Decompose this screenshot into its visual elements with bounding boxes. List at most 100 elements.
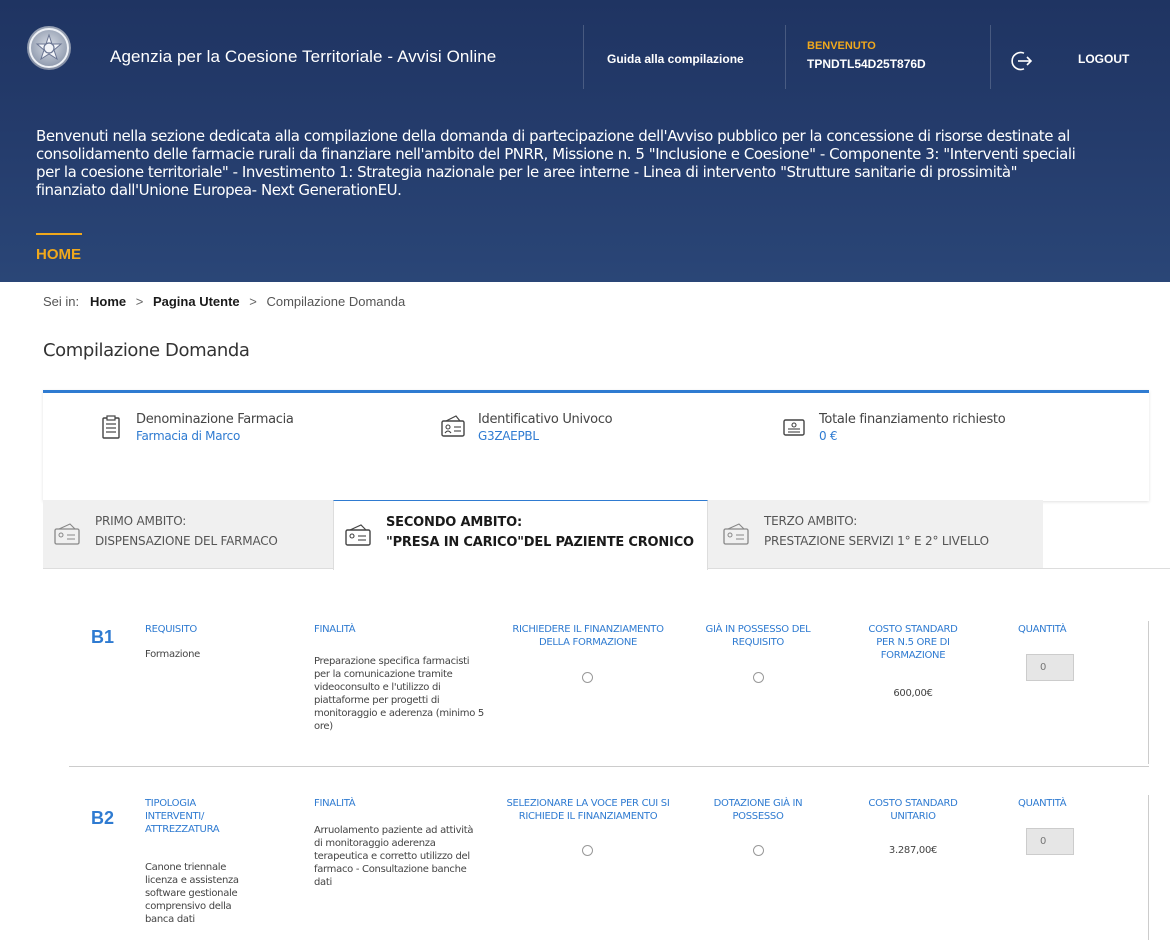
finalita-line: ore) (314, 721, 333, 732)
header-divider (785, 25, 786, 89)
guide-link[interactable]: Guida alla compilazione (607, 52, 744, 66)
column-header-quantita: QUANTITÀ (1018, 624, 1067, 635)
intro-line: Benvenuti nella sezione dedicata alla co… (36, 127, 1070, 145)
header-divider (583, 25, 584, 89)
unique-id-label: Identificativo Univoco (478, 412, 613, 427)
row-code: B2 (91, 808, 115, 828)
id-card-icon (345, 524, 371, 546)
breadcrumb: Sei in: Home > Pagina Utente > Compilazi… (43, 294, 405, 309)
total-funding-value: 0 € (819, 429, 838, 443)
id-card-icon (441, 415, 465, 437)
header-line: RICHIEDE IL FINANZIAMENTO (518, 811, 658, 822)
tab-secondo-ambito[interactable]: SECONDO AMBITO: "PRESA IN CARICO"DEL PAZ… (333, 500, 708, 570)
tipologia-line: banca dati (145, 914, 195, 925)
intro-line: finanziato dall'Unione Europea- Next Gen… (36, 181, 402, 199)
logout-icon[interactable] (1011, 50, 1033, 72)
header-line: DOTAZIONE GIÀ IN (713, 798, 803, 809)
requirement-row-b1: B1 REQUISITO Formazione FINALITÀ Prepara… (43, 569, 1149, 769)
finalita-line: monitoraggio e aderenza (minimo 5 (314, 708, 484, 719)
italian-republic-emblem-icon[interactable] (27, 26, 71, 70)
requirement-row-b2: B2 TIPOLOGIA INTERVENTI/ ATTREZZATURA Ca… (43, 774, 1149, 940)
welcome-label: BENVENUTO (807, 40, 876, 52)
header-line: UNITARIO (890, 811, 936, 822)
logout-button[interactable]: LOGOUT (1078, 52, 1129, 66)
column-header-quantita: QUANTITÀ (1018, 798, 1067, 809)
row-code: B1 (91, 627, 115, 647)
finalita-line: per la comunicazione tramite (314, 669, 453, 680)
username: TPNDTL54D25T876D (807, 57, 926, 71)
row-border (1148, 795, 1149, 940)
equipment-owned-radio[interactable] (753, 845, 764, 856)
requisito-text: Formazione (145, 649, 200, 660)
finalita-line: piattaforme per progetti di (314, 695, 440, 706)
finalita-line: Preparazione specifica farmacisti (314, 656, 470, 667)
top-bar: Agenzia per la Coesione Territoriale - A… (0, 0, 1170, 110)
header-divider (990, 25, 991, 89)
tab-label-line2: "PRESA IN CARICO"DEL PAZIENTE CRONICO (386, 535, 694, 550)
tipologia-line: licenza e assistenza (145, 875, 239, 886)
column-header-finalita: FINALITÀ (314, 624, 356, 635)
site-header: Agenzia per la Coesione Territoriale - A… (0, 0, 1170, 282)
unique-id-value: G3ZAEPBL (478, 429, 539, 443)
tab-label-line1: TERZO AMBITO: (764, 514, 858, 528)
column-header-costo: COSTO STANDARD PER N.5 ORE DI FORMAZIONE (843, 623, 983, 662)
column-header-finalita: FINALITÀ (314, 798, 356, 809)
intro-line: consolidamento delle farmacie rurali da … (36, 145, 1076, 163)
tab-label-line2: DISPENSAZIONE DEL FARMACO (95, 534, 278, 548)
id-card-icon (723, 523, 749, 545)
intro-line: per la coesione territoriale" - Investim… (36, 163, 1018, 181)
column-header-selezionare: SELEZIONARE LA VOCE PER CUI SI RICHIEDE … (498, 797, 678, 823)
document-icon (783, 419, 805, 436)
finalita-line: terapeutica e corretto utilizzo del (314, 851, 470, 862)
header-line: DELLA FORMAZIONE (538, 637, 638, 648)
breadcrumb-separator: > (135, 294, 144, 309)
clipboard-icon (102, 415, 120, 439)
application-summary: Denominazione Farmacia Farmacia di Marco… (43, 390, 1149, 501)
tab-label-line1: SECONDO AMBITO: (386, 515, 522, 530)
request-funding-radio[interactable] (582, 672, 593, 683)
page-title: Compilazione Domanda (43, 340, 250, 361)
pharmacy-name-label: Denominazione Farmacia (136, 412, 294, 427)
breadcrumb-prefix: Sei in: (43, 294, 80, 309)
tab-primo-ambito[interactable]: PRIMO AMBITO: DISPENSAZIONE DEL FARMACO (43, 500, 333, 568)
already-owned-radio[interactable] (753, 672, 764, 683)
header-line: COSTO STANDARD (868, 624, 958, 635)
unit-cost-value: 3.287,00€ (888, 845, 938, 856)
header-line: ATTREZZATURA (145, 824, 220, 835)
header-line: TIPOLOGIA (145, 798, 196, 809)
breadcrumb-user-page[interactable]: Pagina Utente (153, 294, 240, 309)
tab-label-line2: PRESTAZIONE SERVIZI 1° E 2° LIVELLO (764, 534, 989, 548)
ambito-tabs: PRIMO AMBITO: DISPENSAZIONE DEL FARMACO … (43, 500, 1170, 570)
tipologia-text: Canone triennale licenza e assistenza so… (145, 861, 239, 926)
nav-home[interactable]: HOME (36, 246, 81, 263)
quantity-input[interactable]: 0 (1026, 828, 1074, 855)
header-line: POSSESSO (732, 811, 784, 822)
row-border (69, 766, 1149, 767)
breadcrumb-home[interactable]: Home (90, 294, 126, 309)
header-line: FORMAZIONE (880, 650, 946, 661)
finalita-text: Preparazione specifica farmacisti per la… (314, 655, 504, 733)
finalita-line: dati (314, 877, 332, 888)
column-header-requisito: REQUISITO (145, 624, 197, 635)
total-funding-label: Totale finanziamento richiesto (819, 412, 1006, 427)
breadcrumb-current: Compilazione Domanda (266, 294, 406, 309)
finalita-line: Arruolamento paziente ad attività (314, 825, 474, 836)
tab-terzo-ambito[interactable]: TERZO AMBITO: PRESTAZIONE SERVIZI 1° E 2… (708, 500, 1043, 568)
header-line: COSTO STANDARD (868, 798, 958, 809)
tab-label-line1: PRIMO AMBITO: (95, 514, 187, 528)
column-header-tipologia: TIPOLOGIA INTERVENTI/ ATTREZZATURA (145, 797, 220, 836)
id-card-icon (54, 523, 80, 545)
standard-cost-value: 600,00€ (893, 688, 933, 699)
tipologia-line: comprensivo della (145, 901, 232, 912)
finalita-line: di monitoraggio aderenza (314, 838, 436, 849)
tipologia-line: Canone triennale (145, 862, 227, 873)
select-item-radio[interactable] (582, 845, 593, 856)
header-line: REQUISITO (732, 637, 784, 648)
home-active-indicator (36, 233, 82, 235)
breadcrumb-separator: > (249, 294, 257, 309)
header-line: RICHIEDERE IL FINANZIAMENTO (512, 624, 664, 635)
header-line: GIÀ IN POSSESSO DEL (705, 624, 811, 635)
quantity-input[interactable]: 0 (1026, 654, 1074, 681)
column-header-costo-unitario: COSTO STANDARD UNITARIO (843, 797, 983, 823)
app-title[interactable]: Agenzia per la Coesione Territoriale - A… (110, 47, 496, 67)
